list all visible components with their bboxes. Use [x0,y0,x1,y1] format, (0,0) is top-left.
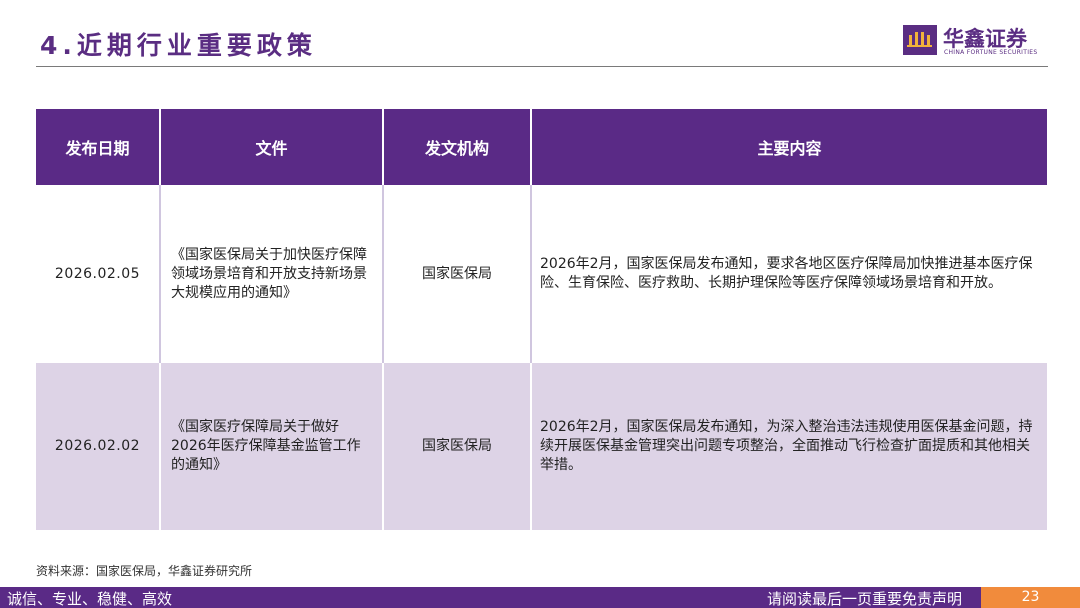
policy-table: 发布日期 文件 发文机构 主要内容 2026.02.05 《国家医保局关于加快医… [36,109,1047,530]
cell-date: 2026.02.05 [36,185,161,363]
column-header-agency: 发文机构 [383,109,532,185]
column-header-date: 发布日期 [36,109,161,185]
source-note: 资料来源：国家医保局，华鑫证券研究所 [36,564,253,578]
cell-content: 2026年2月，国家医保局发布通知，为深入整治违法违规使用医保基金问题，持续开展… [531,363,1047,530]
column-header-document: 文件 [160,109,384,185]
page-number: 23 [981,587,1080,608]
cell-date: 2026.02.02 [36,363,161,530]
cell-agency: 国家医保局 [383,363,532,530]
title-divider [36,66,1048,67]
table-row: 2026.02.05 《国家医保局关于加快医疗保障领域场景培育和开放支持新场景大… [36,185,1047,363]
cell-agency: 国家医保局 [383,185,532,363]
page-title: 4.近期行业重要政策 [40,31,317,60]
cell-document: 《国家医保局关于加快医疗保障领域场景培育和开放支持新场景大规模应用的通知》 [160,185,384,363]
cell-document: 《国家医疗保障局关于做好2026年医疗保障基金监管工作的通知》 [160,363,384,530]
table-header-row: 发布日期 文件 发文机构 主要内容 [36,109,1047,185]
footer-bar: 诚信、专业、稳健、高效 请阅读最后一页重要免责声明 23 [0,587,1080,608]
logo-text-en: CHINA FORTUNE SECURITIES [944,49,1038,56]
footer-slogan: 诚信、专业、稳健、高效 [7,590,173,608]
logo-mark-icon [903,25,937,55]
column-header-content: 主要内容 [531,109,1047,185]
cell-content: 2026年2月，国家医保局发布通知，要求各地区医疗保障局加快推进基本医疗保险、生… [531,185,1047,363]
footer-disclaimer: 请阅读最后一页重要免责声明 [767,590,963,608]
company-logo: 华鑫证券 CHINA FORTUNE SECURITIES [903,24,1053,62]
table-row: 2026.02.02 《国家医疗保障局关于做好2026年医疗保障基金监管工作的通… [36,363,1047,530]
